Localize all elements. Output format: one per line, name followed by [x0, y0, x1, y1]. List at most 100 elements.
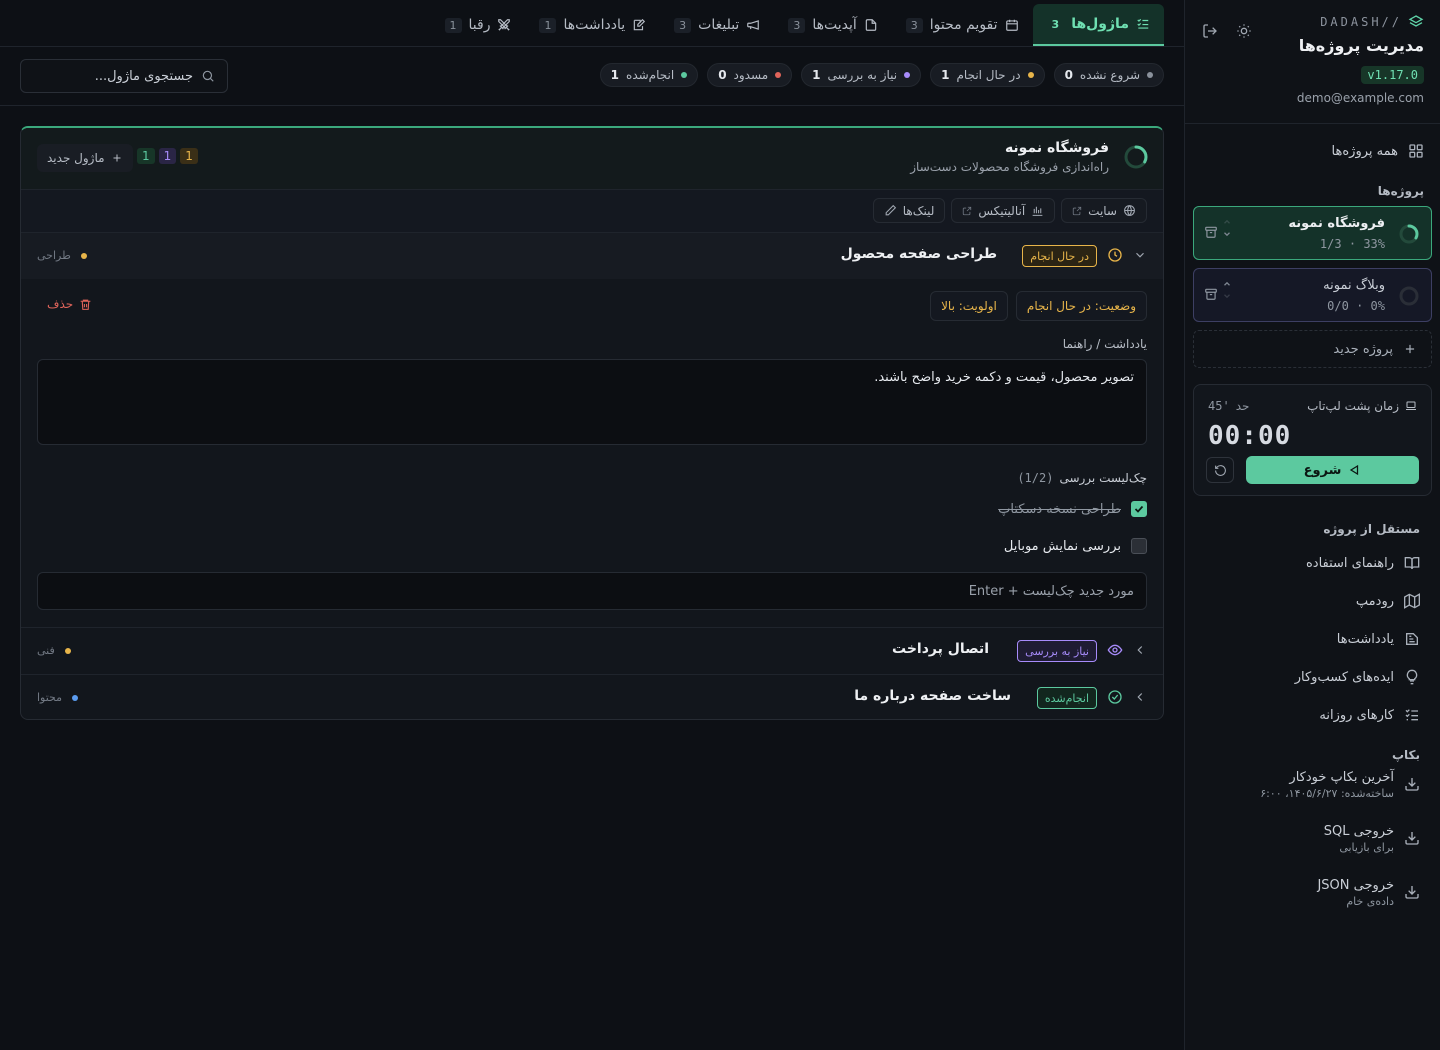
sidebar-item-label: رودمپ — [1355, 593, 1394, 609]
project-card-active[interactable]: فروشگاه نمونه 1/3 · 33% — [1193, 206, 1432, 260]
status-chip-in-progress[interactable]: در حال انجام 1 — [930, 63, 1045, 87]
tab-updates[interactable]: آپدیت‌ها 3 — [774, 4, 891, 46]
plus-icon — [1403, 342, 1417, 356]
tab-competitors[interactable]: رقبا 1 — [431, 4, 526, 46]
reorder-arrows — [1222, 279, 1232, 301]
link-edit-links[interactable]: لینک‌ها — [872, 198, 946, 223]
status-chip-needs-review[interactable]: نیاز به بررسی 1 — [801, 63, 922, 87]
link-analytics[interactable]: آنالیتیکس — [951, 198, 1056, 223]
list-check-icon — [1136, 17, 1150, 31]
lightbulb-icon — [1404, 669, 1420, 685]
header-actions — [1201, 22, 1253, 40]
count-needs-review: 1 — [158, 148, 177, 164]
status-dot — [681, 72, 688, 78]
module-item: در حال انجام طراحی صفحه محصول طراحی وضعی… — [21, 232, 1163, 627]
plus-icon — [111, 152, 123, 164]
count-done: 1 — [137, 148, 155, 164]
module-header[interactable]: انجام‌شده ساخت صفحه درباره ما محتوا — [21, 675, 1163, 719]
link-site[interactable]: سایت — [1061, 198, 1147, 223]
checklist-item[interactable]: طراحی نسخه دسکتاپ — [998, 501, 1147, 517]
checklist-title: چک‌لیست بررسی — [1059, 471, 1147, 485]
sidebar-item-daily-tasks[interactable]: کارهای روزانه — [1185, 696, 1440, 734]
backup-export-json[interactable]: خروجی JSON داده‌ی خام — [1185, 878, 1440, 932]
module-header[interactable]: در حال انجام طراحی صفحه محصول طراحی — [21, 233, 1163, 279]
delete-module-button[interactable]: حذف — [47, 297, 92, 311]
timer-title: زمان پشت لپ‌تاپ — [1307, 399, 1417, 413]
status-chip-not-started[interactable]: شروع نشده 0 — [1053, 63, 1164, 87]
checkbox-checked[interactable] — [1131, 501, 1147, 517]
status-selector[interactable]: وضعیت: در حال انجام — [1015, 291, 1147, 321]
module-item: انجام‌شده ساخت صفحه درباره ما محتوا — [21, 674, 1163, 719]
note-label: یادداشت / راهنما — [1062, 337, 1147, 351]
tab-modules[interactable]: ماژول‌ها 3 — [1032, 4, 1164, 46]
sidebar-item-roadmap[interactable]: رودمپ — [1185, 582, 1440, 620]
all-projects-link[interactable]: همه پروژه‌ها — [1185, 138, 1424, 164]
chevron-down-icon[interactable] — [1133, 248, 1147, 262]
laptop-timer: زمان پشت لپ‌تاپ حد 45' 00:00 شروع — [1193, 384, 1432, 496]
search-input[interactable] — [33, 68, 193, 84]
bar-chart-icon — [1031, 204, 1044, 217]
note-textarea[interactable] — [37, 359, 1147, 445]
new-module-button[interactable]: ماژول جدید — [37, 144, 133, 172]
brand-name: DADASH// — [1320, 15, 1402, 29]
timer-reset-button[interactable] — [1206, 457, 1234, 483]
checklist-item[interactable]: بررسی نمایش موبایل — [1004, 538, 1147, 554]
chevron-down-icon[interactable] — [1222, 229, 1232, 239]
chevron-left-icon[interactable] — [1133, 643, 1147, 657]
module-status-badge: انجام‌شده — [1036, 687, 1097, 709]
project-links: سایت آنالیتیکس لینک‌ها — [21, 190, 1163, 232]
tab-content-calendar[interactable]: تقویم محتوا 3 — [892, 4, 1033, 46]
tab-count: 3 — [905, 17, 923, 33]
search-icon — [201, 69, 215, 83]
tab-ads[interactable]: تبلیغات 3 — [660, 4, 774, 46]
laptop-icon — [1405, 400, 1417, 412]
meta-separator: · — [1348, 237, 1357, 251]
new-project-button[interactable]: پروژه جدید — [1193, 330, 1432, 368]
swords-icon — [497, 18, 511, 32]
note-icon — [1404, 631, 1420, 647]
projects-section-title: پروژه‌ها — [1377, 184, 1424, 198]
layers-icon — [1408, 14, 1424, 30]
megaphone-icon — [746, 18, 760, 32]
status-chip-done[interactable]: انجام‌شده 1 — [599, 63, 699, 87]
project-card[interactable]: وبلاگ نمونه 0/0 · 0% — [1193, 268, 1432, 322]
reorder-arrows — [1222, 217, 1232, 239]
tab-notes[interactable]: یادداشت‌ها 1 — [525, 4, 660, 46]
module-properties: وضعیت: در حال انجام اولویت: بالا — [930, 291, 1147, 321]
chip-count: 0 — [1064, 68, 1073, 82]
tab-label: رقبا — [468, 17, 491, 33]
category-label: طراحی — [37, 249, 71, 262]
map-icon — [1404, 593, 1420, 609]
sidebar-item-notes[interactable]: یادداشت‌ها — [1185, 620, 1440, 658]
project-title: فروشگاه نمونه — [1004, 140, 1109, 156]
checklist-item-text: طراحی نسخه دسکتاپ — [998, 501, 1121, 517]
chevron-down-icon[interactable] — [1222, 291, 1232, 301]
chevron-up-icon[interactable] — [1222, 217, 1232, 227]
checkbox-unchecked[interactable] — [1131, 538, 1147, 554]
module-category: محتوا — [37, 691, 79, 704]
new-checklist-item-input[interactable] — [37, 572, 1147, 610]
status-dot — [904, 72, 911, 78]
external-link-icon — [962, 206, 972, 216]
sidebar-item-ideas[interactable]: ایده‌های کسب‌وکار — [1185, 658, 1440, 696]
archive-icon[interactable] — [1204, 225, 1218, 239]
archive-icon[interactable] — [1204, 287, 1218, 301]
category-dot — [80, 252, 87, 259]
backup-latest-auto[interactable]: آخرین بکاپ خودکار ساخته‌شده: ۱۴۰۵/۶/۲۷، … — [1185, 770, 1440, 824]
backup-export-sql[interactable]: خروجی SQL برای بازیابی — [1185, 824, 1440, 878]
project-name: فروشگاه نمونه — [1288, 216, 1385, 231]
tab-count: 3 — [674, 17, 692, 33]
module-header[interactable]: نیاز به بررسی اتصال پرداخت فنی — [21, 628, 1163, 674]
chevron-up-icon[interactable] — [1222, 279, 1232, 289]
chevron-left-icon[interactable] — [1133, 690, 1147, 704]
timer-start-button[interactable]: شروع — [1246, 456, 1419, 484]
priority-selector[interactable]: اولویت: بالا — [930, 291, 1008, 321]
chip-label: انجام‌شده — [626, 68, 675, 82]
project-progress-ring — [1399, 286, 1419, 306]
theme-toggle-sun-icon[interactable] — [1235, 22, 1253, 40]
sidebar-item-guide[interactable]: راهنمای استفاده — [1185, 544, 1440, 582]
status-chip-blocked[interactable]: مسدود 0 — [707, 63, 793, 87]
new-module-label: ماژول جدید — [47, 151, 105, 165]
backup-item-title: خروجی JSON — [1317, 878, 1394, 893]
logout-icon[interactable] — [1201, 22, 1219, 40]
